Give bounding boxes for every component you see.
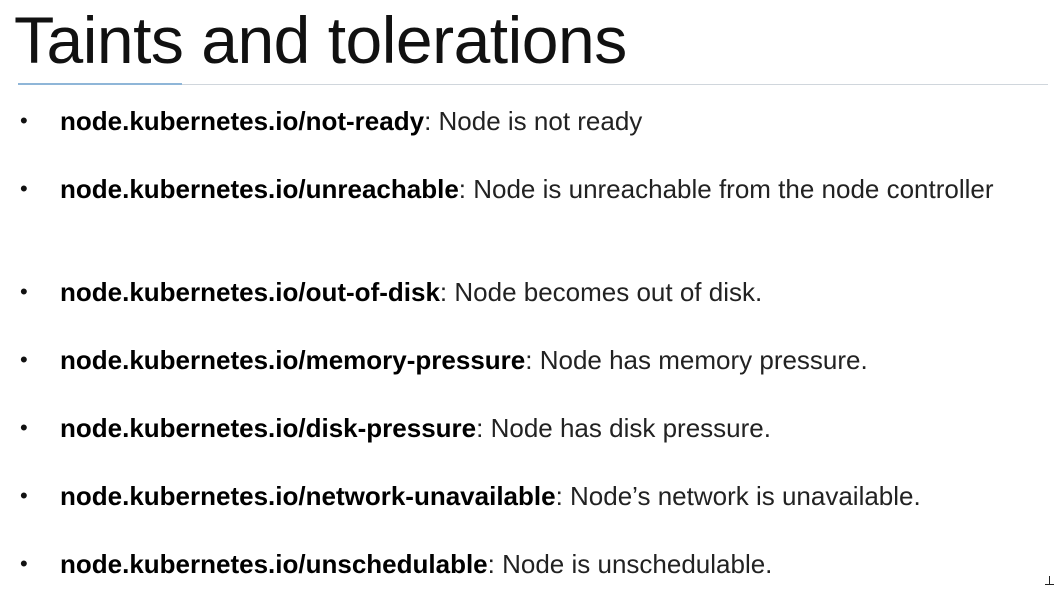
bullet-icon: •: [20, 415, 28, 440]
taint-key: node.kubernetes.io/unreachable: [60, 174, 459, 204]
taint-key: node.kubernetes.io/unschedulable: [60, 549, 488, 579]
list-item: • node.kubernetes.io/memory-pressure: Nod…: [20, 343, 1038, 377]
bullet-icon: •: [20, 176, 28, 201]
bullet-icon: •: [20, 551, 28, 576]
taint-description: : Node has memory pressure.: [525, 345, 868, 375]
taint-key: node.kubernetes.io/memory-pressure: [60, 345, 526, 375]
bullet-icon: •: [20, 279, 28, 304]
taint-description: : Node is unschedulable.: [487, 549, 773, 579]
list-item: • node.kubernetes.io/unreachable: Node is…: [20, 172, 1038, 206]
taint-description: : Node becomes out of disk.: [439, 277, 763, 307]
taint-description: : Node is not ready: [424, 106, 643, 136]
list-item: • node.kubernetes.io/disk-pressure: Node …: [20, 411, 1038, 445]
list-item: • node.kubernetes.io/out-of-disk: Node be…: [20, 275, 1038, 309]
list-item: • node.kubernetes.io/network-unavailable:…: [20, 479, 1038, 513]
bullet-icon: •: [20, 347, 28, 372]
taint-description: : Node is unreachable from the node cont…: [458, 174, 994, 204]
slide: Taints and tolerations • node.kubernetes.…: [0, 0, 1058, 589]
bullet-icon: •: [20, 483, 28, 508]
taint-key: node.kubernetes.io/not-ready: [60, 106, 425, 136]
list-item: • node.kubernetes.io/not-ready: Node is n…: [20, 104, 1038, 138]
title-divider-accent: [18, 83, 182, 85]
list-item: • node.kubernetes.io/unschedulable: Node …: [20, 547, 1038, 581]
taint-description: : Node’s network is unavailable.: [555, 481, 921, 511]
taint-key: node.kubernetes.io/disk-pressure: [60, 413, 477, 443]
bullet-icon: •: [20, 108, 28, 133]
resize-corner-icon: [1045, 576, 1054, 585]
taint-key: node.kubernetes.io/network-unavailable: [60, 481, 556, 511]
taint-key: node.kubernetes.io/out-of-disk: [60, 277, 440, 307]
slide-title: Taints and tolerations: [14, 3, 627, 77]
taint-description: : Node has disk pressure.: [476, 413, 771, 443]
